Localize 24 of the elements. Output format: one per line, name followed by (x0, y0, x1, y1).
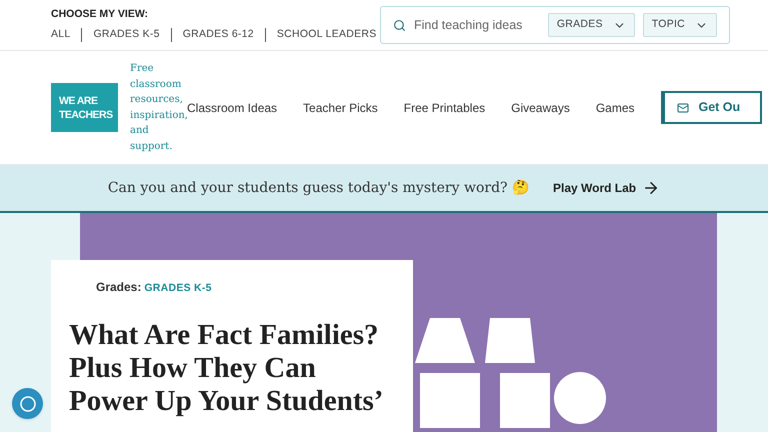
nav-link[interactable]: Games (596, 98, 634, 116)
search-icon (393, 18, 406, 32)
accessibility-button[interactable] (12, 388, 43, 419)
view-chooser-title: CHOOSE MY VIEW: (51, 7, 150, 22)
banner-text: Can you and your students guess today's mystery word? 🤔 (108, 178, 529, 198)
view-option[interactable]: GRADES 6-12 (182, 27, 254, 43)
filter-dropdown[interactable]: TOPIC (642, 13, 717, 37)
nav-link[interactable]: Giveaways (511, 98, 570, 116)
circle-icon (18, 394, 36, 412)
view-option[interactable]: ALL (51, 27, 70, 43)
filter-dropdown[interactable]: GRADES (548, 13, 635, 37)
view-option[interactable]: SCHOOL LEADERS (276, 27, 376, 43)
play-word-lab-link[interactable]: Play Word Lab (553, 179, 660, 197)
article-title: What Are Fact Families? Plus How They Can Power Up Your Students’ (69, 318, 384, 418)
tagline: Free classroom resources, inspiration, and support. (130, 62, 186, 154)
search-field[interactable]: Find teaching ideas (414, 16, 540, 34)
mail-icon (676, 102, 688, 114)
grades-label: Grades: (96, 279, 142, 296)
nav-link[interactable]: Free Printables (404, 98, 486, 116)
nav-link[interactable]: Teacher Picks (303, 98, 378, 116)
nav-link[interactable]: Classroom Ideas (187, 98, 278, 116)
view-option[interactable]: GRADES K-5 (93, 27, 160, 43)
grade-link[interactable]: GRADES K-5 (144, 281, 212, 297)
newsletter-button[interactable]: Get Ou (660, 91, 762, 124)
